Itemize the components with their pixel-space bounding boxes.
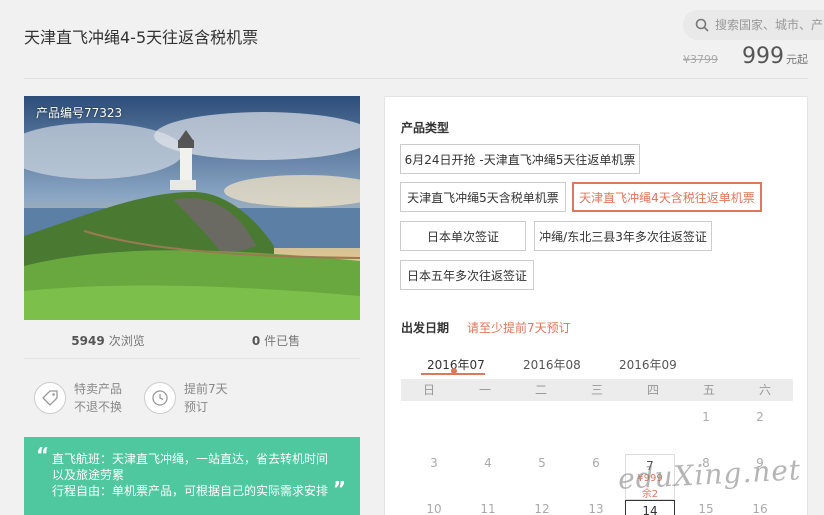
calendar-day: 16 — [752, 502, 768, 515]
calendar-day: 3 — [430, 456, 438, 470]
booking-panel: 产品类型 6月24日开抢 -天津直飞冲绳5天往返单机票 天津直飞冲绳5天含税单机… — [384, 96, 808, 515]
note-line: 行程自由：单机票产品，可根据自己的实际需求安排 — [52, 484, 329, 498]
calendar-day-selected[interactable]: 14 — [625, 500, 675, 515]
product-option[interactable]: 天津直飞冲绳5天含税单机票 — [400, 182, 566, 212]
price-unit: 元起 — [786, 53, 808, 66]
stats-bar: 5949 次浏览 0 件已售 — [24, 332, 360, 349]
month-tab[interactable]: 2016年09 — [619, 356, 677, 373]
header-divider — [24, 78, 808, 79]
price-block: ¥3799 999 元起 — [683, 44, 808, 69]
page-title: 天津直飞冲绳4-5天往返含税机票 — [24, 28, 259, 47]
calendar-day: 15 — [698, 502, 714, 515]
original-price: ¥3799 — [683, 53, 718, 66]
day-number: 14 — [642, 504, 658, 515]
clock-icon — [144, 382, 176, 414]
views-stat: 5949 次浏览 — [24, 332, 192, 349]
departure-hint: 请至少提前7天预订 — [467, 321, 571, 335]
product-option[interactable]: 冲绳/东北三县3年多次往返签证 — [534, 221, 712, 251]
weekday: 三 — [590, 383, 603, 397]
product-type-label: 产品类型 — [401, 121, 450, 135]
product-code: 产品编号77323 — [36, 106, 123, 120]
calendar-day: 1 — [702, 410, 710, 424]
feature-line: 特卖产品 — [74, 382, 123, 396]
calendar-day: 4 — [484, 456, 492, 470]
weekday: 一 — [478, 383, 491, 397]
sold-count: 0 — [251, 334, 261, 348]
feature-special-sale: 特卖产品 不退不换 — [34, 380, 122, 416]
weekday-header: 日 一 二 三 四 五 六 — [401, 379, 793, 401]
views-count: 5949 — [71, 334, 105, 348]
product-option-selected[interactable]: 天津直飞冲绳4天含税往返单机票 — [572, 182, 762, 212]
month-indicator-dot — [451, 368, 457, 374]
open-quote-icon: “ — [36, 443, 50, 467]
feature-line: 预订 — [184, 400, 209, 414]
search-icon — [695, 18, 709, 32]
weekday: 二 — [534, 383, 547, 397]
note-line: 以及旅途劳累 — [52, 468, 125, 482]
sold-label: 件已售 — [264, 334, 301, 348]
note-line: 直飞航班：天津直飞冲绳，一站直达，省去转机时间 — [52, 452, 329, 466]
sold-stat: 0 件已售 — [192, 332, 360, 349]
search-box[interactable] — [683, 10, 824, 40]
tag-icon — [34, 382, 66, 414]
calendar-day: 2 — [756, 410, 764, 424]
feature-line: 提前7天 — [184, 382, 228, 396]
weekday: 四 — [646, 383, 659, 397]
views-label: 次浏览 — [108, 334, 145, 348]
weekday: 日 — [422, 383, 435, 397]
product-option[interactable]: 日本五年多次往返签证 — [400, 260, 534, 290]
highlights-note: “ 直飞航班：天津直飞冲绳，一站直达，省去转机时间 以及旅途劳累 行程自由：单机… — [24, 437, 360, 515]
departure-label: 出发日期 — [401, 321, 450, 335]
weekday: 五 — [702, 383, 715, 397]
month-tab[interactable]: 2016年08 — [523, 356, 581, 373]
calendar-day: 13 — [588, 502, 604, 515]
calendar-day: 6 — [592, 456, 600, 470]
current-price: 999 — [742, 44, 784, 69]
product-photo: 产品编号77323 — [24, 96, 360, 320]
product-option[interactable]: 日本单次签证 — [400, 221, 526, 251]
feature-advance-booking: 提前7天 预订 — [144, 380, 228, 416]
search-input[interactable] — [715, 18, 824, 32]
weekday: 六 — [758, 383, 771, 397]
calendar-day: 12 — [534, 502, 550, 515]
close-quote-icon: ” — [332, 477, 346, 501]
calendar-day: 11 — [480, 502, 496, 515]
stats-divider — [24, 358, 360, 359]
calendar-day: 5 — [538, 456, 546, 470]
product-option[interactable]: 6月24日开抢 -天津直飞冲绳5天往返单机票 — [400, 144, 640, 174]
feature-line: 不退不换 — [74, 400, 123, 414]
calendar-day: 10 — [426, 502, 442, 515]
